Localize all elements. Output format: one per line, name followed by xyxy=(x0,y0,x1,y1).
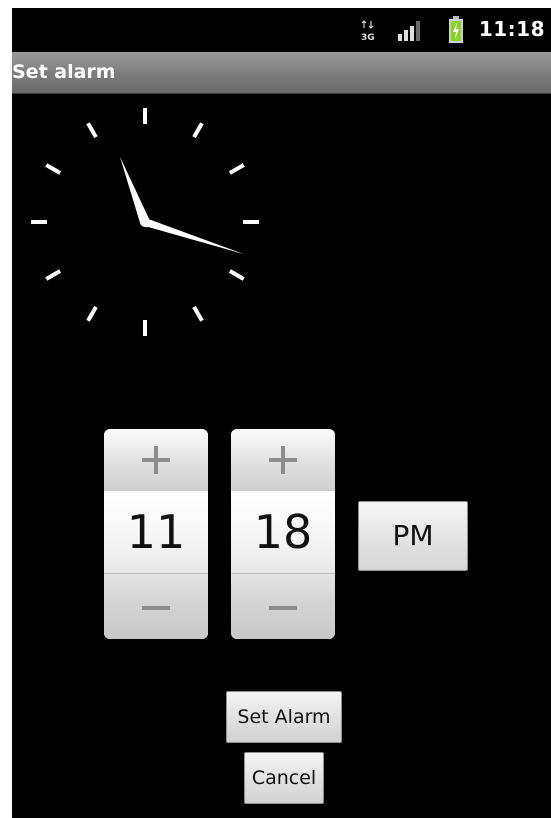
status-bar: 3G 11:18 xyxy=(12,8,551,52)
plus-icon xyxy=(269,446,297,474)
minute-increment-button[interactable] xyxy=(231,429,335,492)
clock-tick xyxy=(86,305,98,322)
hour-decrement-button[interactable] xyxy=(104,573,208,639)
clock-hour-hand xyxy=(119,156,150,228)
plus-icon xyxy=(142,446,170,474)
network-3g-icon: 3G xyxy=(361,20,375,42)
clock-tick xyxy=(192,122,204,139)
battery-charging-icon xyxy=(449,16,463,43)
clock-tick xyxy=(86,122,98,139)
cancel-button[interactable]: Cancel xyxy=(244,752,324,804)
minute-decrement-button[interactable] xyxy=(231,573,335,639)
clock-minute-hand xyxy=(139,218,244,255)
minute-value[interactable]: 18 xyxy=(231,491,335,573)
network-type-label: 3G xyxy=(361,33,375,42)
analog-clock xyxy=(31,108,259,336)
clock-tick xyxy=(192,305,204,322)
hour-picker: 11 xyxy=(104,429,208,639)
status-time: 11:18 xyxy=(478,17,545,41)
clock-tick xyxy=(45,269,62,281)
minute-picker: 18 xyxy=(231,429,335,639)
page-title: Set alarm xyxy=(12,61,116,83)
phone-screen: 3G 11:18 Set alarm 11 18 PM Set Alarm Ca… xyxy=(12,8,551,818)
clock-center-hub xyxy=(140,217,150,227)
minus-icon xyxy=(269,606,297,610)
clock-tick xyxy=(228,269,245,281)
hour-increment-button[interactable] xyxy=(104,429,208,492)
signal-strength-icon xyxy=(398,21,420,41)
minus-icon xyxy=(142,606,170,610)
title-bar: Set alarm xyxy=(12,52,551,94)
hour-value[interactable]: 11 xyxy=(104,491,208,573)
clock-tick xyxy=(45,163,62,175)
clock-hands xyxy=(119,156,244,255)
am-pm-toggle-button[interactable]: PM xyxy=(358,501,468,571)
clock-tick xyxy=(228,163,245,175)
set-alarm-button[interactable]: Set Alarm xyxy=(226,691,342,743)
